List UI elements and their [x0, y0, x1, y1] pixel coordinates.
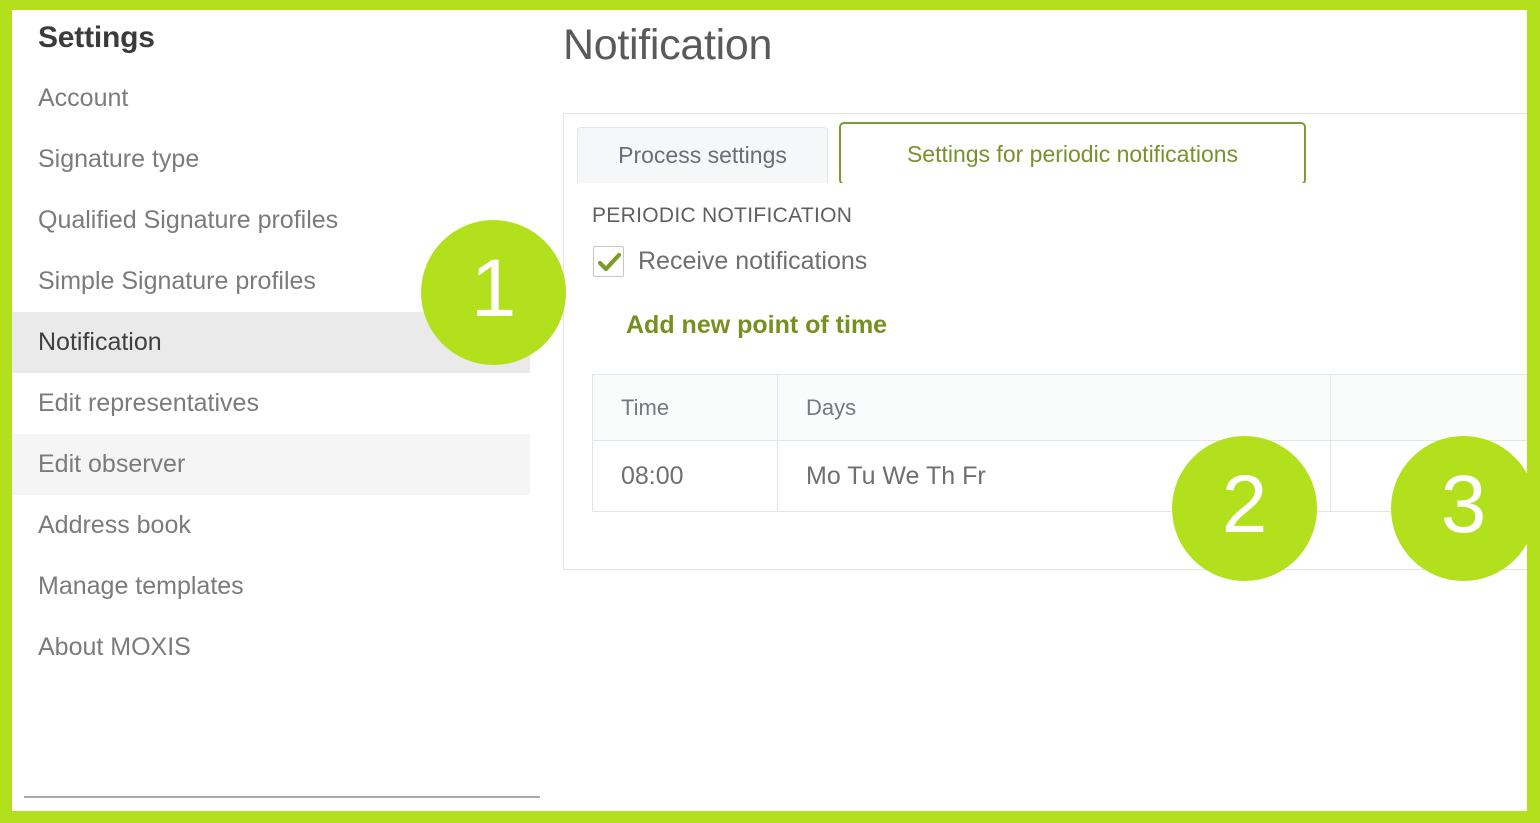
callout-badge-2-number: 2	[1221, 458, 1268, 550]
page-title: Notification	[563, 21, 773, 69]
table-head: Time Days	[592, 374, 1537, 441]
column-header-days: Days	[777, 374, 1331, 441]
receive-notifications-row: Receive notifications	[593, 244, 867, 278]
callout-badge-1-number: 1	[470, 242, 517, 334]
settings-sidebar: Settings Account Signature type Qualifie…	[12, 10, 540, 811]
add-new-point-of-time-link[interactable]: Add new point of time	[626, 311, 887, 340]
callout-badge-1: 1	[421, 220, 566, 365]
callout-badge-2: 2	[1172, 436, 1317, 581]
callout-badge-3: 3	[1391, 436, 1536, 581]
section-label-periodic-notification: PERIODIC NOTIFICATION	[592, 204, 853, 227]
column-header-time: Time	[592, 374, 778, 441]
column-header-actions	[1330, 374, 1537, 441]
sidebar-item-about-moxis[interactable]: About MOXIS	[12, 617, 530, 678]
annotation-frame-bottom	[0, 811, 1540, 823]
tab-settings-for-periodic-notifications[interactable]: Settings for periodic notifications	[839, 122, 1306, 185]
sidebar-item-address-book[interactable]: Address book	[12, 495, 530, 556]
main-content: Notification Process settings Settings f…	[530, 10, 1540, 811]
annotation-frame-left	[0, 0, 12, 823]
receive-notifications-checkbox[interactable]	[593, 245, 624, 277]
app-stage: Settings Account Signature type Qualifie…	[12, 10, 1540, 811]
screenshot-root: Settings Account Signature type Qualifie…	[0, 0, 1540, 823]
sidebar-item-signature-type[interactable]: Signature type	[12, 129, 530, 190]
receive-notifications-label: Receive notifications	[638, 246, 868, 275]
sidebar-item-account[interactable]: Account	[12, 68, 530, 129]
sidebar-item-manage-templates[interactable]: Manage templates	[12, 556, 530, 617]
table-header-row: Time Days	[592, 374, 1537, 441]
callout-badge-3-number: 3	[1440, 458, 1487, 550]
sidebar-title: Settings	[38, 21, 155, 54]
checkmark-icon	[598, 252, 621, 271]
annotation-frame-right	[1527, 0, 1540, 823]
tab-process-settings[interactable]: Process settings	[577, 127, 828, 183]
sidebar-nav: Account Signature type Qualified Signatu…	[12, 68, 530, 678]
annotation-frame-top	[0, 0, 1540, 10]
sidebar-item-edit-representatives[interactable]: Edit representatives	[12, 373, 530, 434]
sidebar-item-edit-observer[interactable]: Edit observer	[12, 434, 530, 495]
sidebar-divider	[24, 796, 540, 798]
cell-time: 08:00	[592, 440, 778, 512]
